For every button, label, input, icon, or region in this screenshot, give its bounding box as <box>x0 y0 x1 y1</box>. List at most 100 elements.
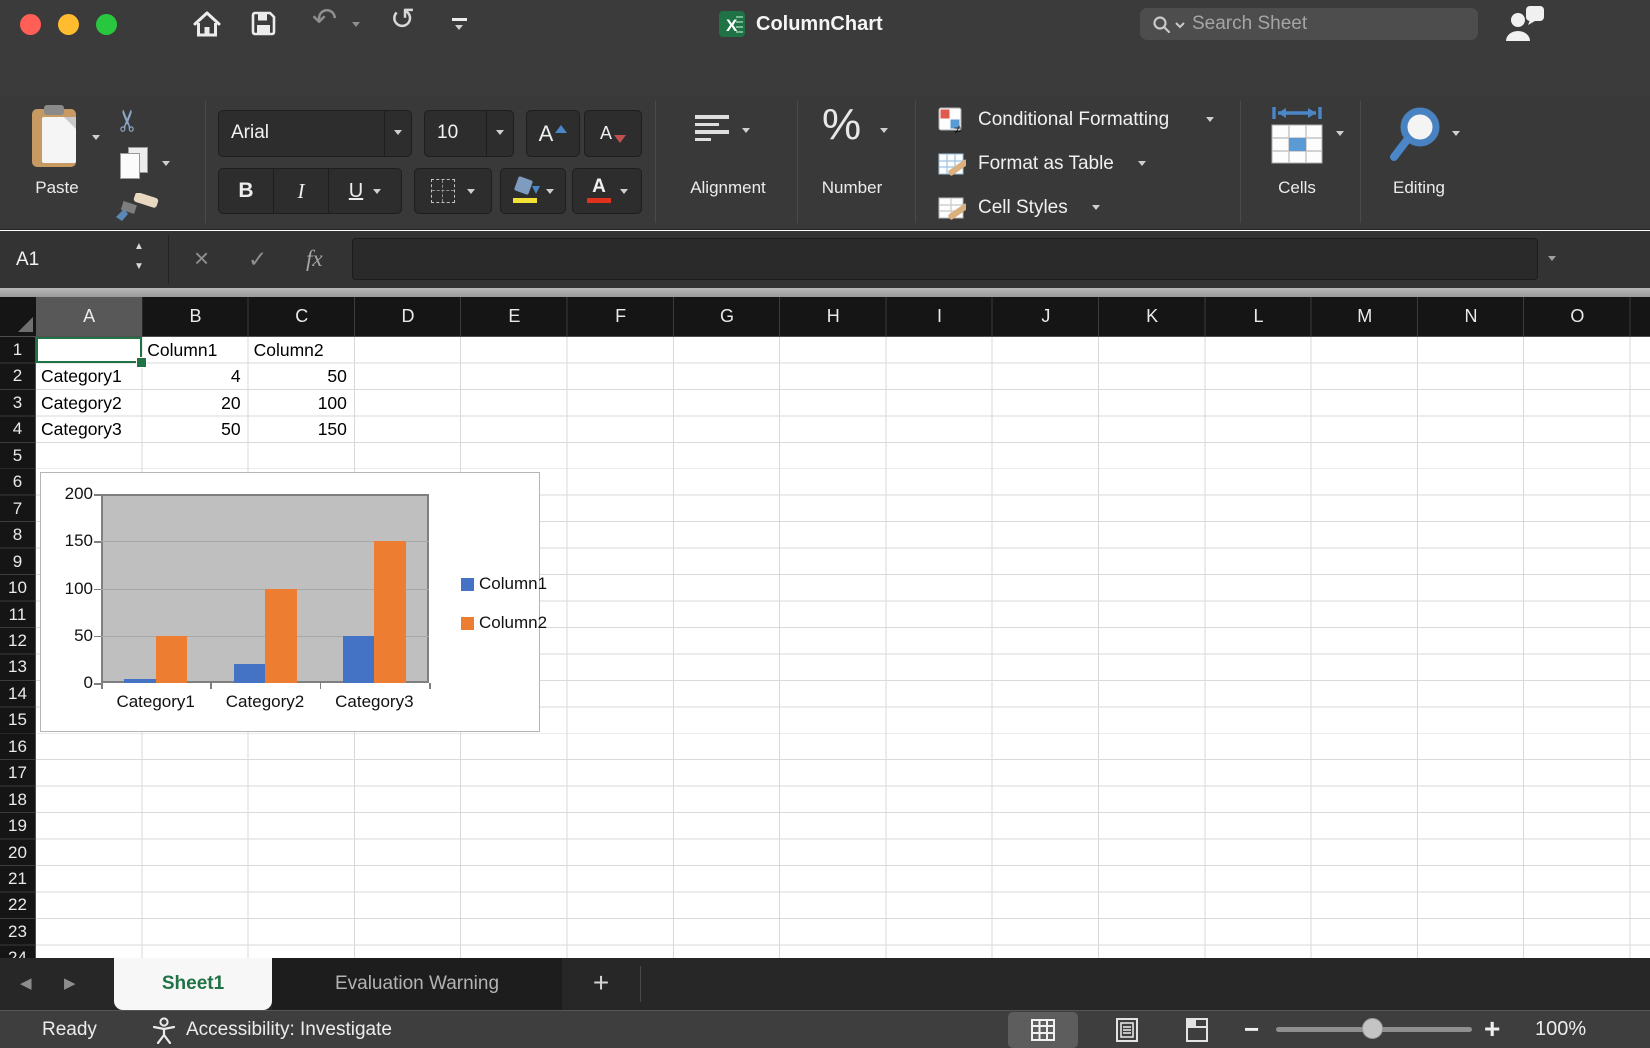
cells-dropdown-arrow[interactable] <box>1336 131 1344 136</box>
font-color-dropdown-arrow[interactable] <box>620 189 628 194</box>
quick-actions-icon[interactable] <box>452 18 467 30</box>
column-header-j[interactable]: J <box>993 297 1099 337</box>
bar-column1-category3[interactable] <box>343 636 375 683</box>
fill-color-dropdown-arrow[interactable] <box>546 189 554 194</box>
column-header-e[interactable]: E <box>461 297 567 337</box>
column-header-c[interactable]: C <box>249 297 355 337</box>
font-size-dropdown[interactable] <box>486 111 513 156</box>
zoom-out-button[interactable]: − <box>1244 1011 1259 1047</box>
row-header-7[interactable]: 7 <box>0 496 35 522</box>
column-header-o[interactable]: O <box>1524 297 1630 337</box>
column-header-f[interactable]: F <box>568 297 674 337</box>
prev-sheet-arrow-icon[interactable]: ◀ <box>20 958 32 1010</box>
embedded-chart[interactable]: 050100150200Category1Category2Category3C… <box>40 472 540 732</box>
column-header-g[interactable]: G <box>674 297 780 337</box>
editing-dropdown-arrow[interactable] <box>1452 131 1460 136</box>
row-header-15[interactable]: 15 <box>0 707 35 733</box>
formula-input[interactable] <box>352 238 1538 280</box>
status-accessibility[interactable]: Accessibility: Investigate <box>186 1011 392 1048</box>
font-size-select[interactable]: 10 <box>424 110 514 157</box>
row-header-2[interactable]: 2 <box>0 363 35 389</box>
number-format-icon[interactable]: % <box>822 100 861 150</box>
name-box[interactable]: A1 <box>16 231 39 288</box>
accessibility-icon[interactable] <box>150 1017 178 1044</box>
row-header-21[interactable]: 21 <box>0 866 35 892</box>
cell-b1[interactable]: Column1 <box>142 337 248 363</box>
row-header-3[interactable]: 3 <box>0 390 35 416</box>
bar-column2-category2[interactable] <box>265 589 297 684</box>
cell-b3[interactable]: 20 <box>142 390 248 416</box>
row-header-11[interactable]: 11 <box>0 602 35 628</box>
cell-c3[interactable]: 100 <box>249 390 355 416</box>
row-header-6[interactable]: 6 <box>0 469 35 495</box>
column-header-a[interactable]: A <box>36 297 142 337</box>
sheet-tab-sheet1[interactable]: Sheet1 <box>114 958 272 1010</box>
row-header-13[interactable]: 13 <box>0 654 35 680</box>
row-header-17[interactable]: 17 <box>0 760 35 786</box>
home-icon[interactable] <box>192 10 222 38</box>
bar-column2-category1[interactable] <box>156 636 188 683</box>
page-break-view-button[interactable] <box>1162 1012 1232 1048</box>
column-header-l[interactable]: L <box>1205 297 1311 337</box>
cell-b4[interactable]: 50 <box>142 416 248 442</box>
cell-c1[interactable]: Column2 <box>249 337 355 363</box>
editing-icon[interactable] <box>1386 103 1448 167</box>
paste-dropdown-arrow[interactable] <box>92 135 100 140</box>
row-header-19[interactable]: 19 <box>0 813 35 839</box>
font-name-select[interactable]: Arial <box>218 110 412 157</box>
increase-font-size-button[interactable]: A <box>526 110 580 157</box>
bold-button[interactable]: B <box>219 169 274 213</box>
fill-handle[interactable] <box>136 357 147 368</box>
next-sheet-arrow-icon[interactable]: ▶ <box>64 958 76 1010</box>
cut-icon[interactable]: ✂ <box>111 108 146 133</box>
format-as-table-button[interactable]: Format as Table <box>978 153 1114 175</box>
cell-c2[interactable]: 50 <box>249 363 355 389</box>
cell-b2[interactable]: 4 <box>142 363 248 389</box>
copy-dropdown-arrow[interactable] <box>162 161 170 166</box>
name-box-spin-down-icon[interactable]: ▼ <box>134 262 144 272</box>
selected-cell[interactable] <box>36 337 142 363</box>
select-all-corner[interactable] <box>0 297 36 337</box>
close-window-button[interactable] <box>20 14 41 35</box>
column-header-h[interactable]: H <box>780 297 886 337</box>
page-layout-view-button[interactable] <box>1092 1012 1162 1048</box>
undo-icon[interactable]: ↶ <box>312 2 337 37</box>
column-headers[interactable]: ABCDEFGHIJKLMNO <box>36 297 1650 337</box>
font-color-button[interactable]: A <box>572 168 642 214</box>
row-header-22[interactable]: 22 <box>0 892 35 918</box>
bar-column1-category2[interactable] <box>234 664 266 683</box>
fill-color-button[interactable] <box>500 168 566 214</box>
minimize-window-button[interactable] <box>58 14 79 35</box>
borders-dropdown-arrow[interactable] <box>467 189 475 194</box>
redo-icon[interactable]: ↺ <box>390 2 415 37</box>
row-header-14[interactable]: 14 <box>0 681 35 707</box>
column-header-n[interactable]: N <box>1418 297 1524 337</box>
search-sheet-box[interactable]: Search Sheet <box>1140 8 1478 40</box>
zoom-in-button[interactable]: + <box>1484 1011 1500 1047</box>
underline-dropdown-arrow[interactable] <box>373 189 381 194</box>
cell-a2[interactable]: Category1 <box>36 363 142 389</box>
normal-view-button[interactable] <box>1008 1012 1078 1048</box>
borders-button[interactable] <box>414 168 492 214</box>
column-header-d[interactable]: D <box>355 297 461 337</box>
format-painter-icon[interactable] <box>112 193 160 223</box>
account-presence-icon[interactable] <box>1504 5 1546 43</box>
cells-icon[interactable] <box>1266 105 1328 167</box>
row-header-4[interactable]: 4 <box>0 416 35 442</box>
cell-styles-dropdown-arrow[interactable] <box>1092 205 1100 210</box>
add-sheet-button[interactable]: + <box>580 958 622 1010</box>
zoom-window-button[interactable] <box>96 14 117 35</box>
row-header-9[interactable]: 9 <box>0 549 35 575</box>
zoom-slider-handle[interactable] <box>1362 1018 1383 1039</box>
bar-column1-category1[interactable] <box>124 679 156 683</box>
conditional-formatting-button[interactable]: Conditional Formatting <box>978 109 1169 131</box>
bar-column2-category3[interactable] <box>374 541 406 683</box>
name-box-spin-up-icon[interactable]: ▲ <box>134 242 144 252</box>
cancel-entry-icon[interactable]: × <box>194 231 209 286</box>
font-name-dropdown[interactable] <box>384 111 411 156</box>
italic-button[interactable]: I <box>274 169 329 213</box>
row-header-1[interactable]: 1 <box>0 337 35 363</box>
cell-a4[interactable]: Category3 <box>36 416 142 442</box>
alignment-icon[interactable] <box>695 115 729 145</box>
alignment-dropdown-arrow[interactable] <box>742 128 750 133</box>
